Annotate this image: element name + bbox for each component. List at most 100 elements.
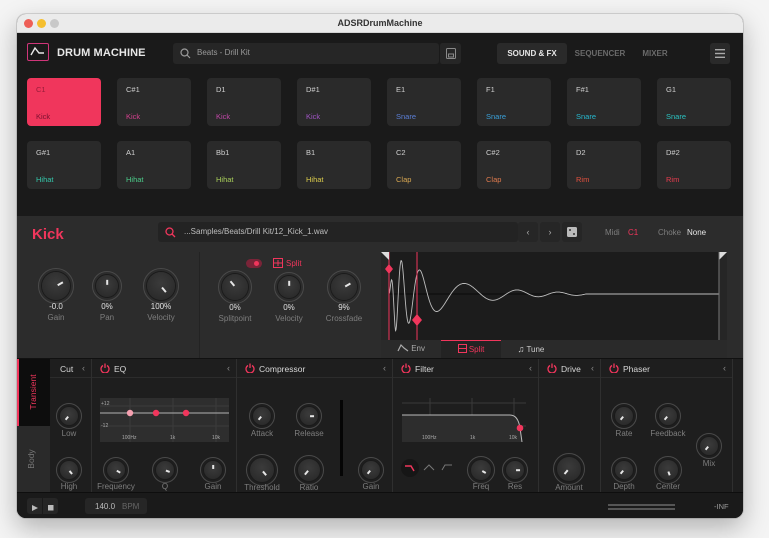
eq-graph[interactable]: +12 -12 100Hz 1k 10k <box>100 398 229 442</box>
bandpass-icon[interactable] <box>423 462 435 472</box>
collapse-icon[interactable]: ‹ <box>529 363 532 373</box>
tab-split[interactable]: Split <box>441 340 501 358</box>
waveform-path <box>388 260 719 333</box>
knob-dial[interactable] <box>156 461 174 479</box>
knob-dial[interactable] <box>60 461 78 479</box>
drum-pad[interactable]: G#1 Hihat <box>27 141 101 189</box>
power-icon[interactable] <box>401 363 411 373</box>
power-icon[interactable] <box>609 363 619 373</box>
tempo-field[interactable]: 140.0 BPM <box>85 498 147 514</box>
pad-note: Bb1 <box>216 148 230 157</box>
pad-note: C#2 <box>486 148 500 157</box>
drum-pad[interactable]: A1 Hihat <box>117 141 191 189</box>
menu-button[interactable] <box>710 43 730 64</box>
eq-band-high[interactable] <box>182 409 190 417</box>
waveform-tabs: Env Split ♫ Tune <box>381 340 727 358</box>
knob-dial[interactable] <box>60 407 78 425</box>
knob-value: 0% <box>101 302 113 311</box>
lowpass-icon <box>405 465 415 472</box>
drum-pad[interactable]: F#1 Snare <box>567 78 641 126</box>
next-sample-button[interactable]: › <box>540 222 560 242</box>
collapse-icon[interactable]: ‹ <box>723 363 726 373</box>
eq-band-mid[interactable] <box>152 409 160 417</box>
adsr-envelope-icon <box>27 43 49 61</box>
knob-dial[interactable] <box>147 272 175 300</box>
knob-dial[interactable] <box>615 407 633 425</box>
knob-dial[interactable] <box>362 461 380 479</box>
app-window: ADSRDrumMachine DRUM MACHINE Beats - Dri… <box>17 14 743 518</box>
drum-pad[interactable]: C1 Kick <box>27 78 101 126</box>
waveform <box>381 252 727 342</box>
drum-pad[interactable]: Bb1 Hihat <box>207 141 281 189</box>
drum-pad[interactable]: E1 Snare <box>387 78 461 126</box>
filter-type-lowpass[interactable] <box>401 459 419 477</box>
save-preset-button[interactable] <box>439 43 461 64</box>
stop-button[interactable] <box>43 498 58 514</box>
collapse-icon[interactable]: ‹ <box>591 363 594 373</box>
drum-pad[interactable]: C#1 Kick <box>117 78 191 126</box>
drum-pad[interactable]: C2 Clap <box>387 141 461 189</box>
drum-pad[interactable]: D1 Kick <box>207 78 281 126</box>
knob-dial[interactable] <box>42 272 70 300</box>
bpm-unit: BPM <box>122 502 140 511</box>
drum-pad[interactable]: D#2 Rim <box>657 141 731 189</box>
drum-pad[interactable]: D#1 Kick <box>297 78 371 126</box>
layer-tab-transient[interactable]: Transient <box>17 359 50 426</box>
knob-dial[interactable] <box>204 461 222 479</box>
midi-note-select[interactable]: C1 <box>628 228 638 237</box>
pad-sample-name: Snare <box>486 112 507 121</box>
waveform-display[interactable] <box>381 252 727 342</box>
sample-path-field[interactable]: ...Samples/Beats/Drill Kit/12_Kick_1.wav <box>158 222 518 242</box>
drum-pad[interactable]: F1 Snare <box>477 78 551 126</box>
knob-dial[interactable] <box>471 460 491 480</box>
tab-sequencer[interactable]: SEQUENCER <box>569 43 631 64</box>
pad-sample-name: Snare <box>396 112 417 121</box>
knob-dial[interactable] <box>615 461 633 479</box>
filter-graph[interactable]: 100Hz 1k 10k <box>402 398 526 443</box>
power-icon[interactable] <box>100 363 110 373</box>
collapse-icon[interactable]: ‹ <box>82 363 85 373</box>
knob-dial[interactable] <box>96 275 118 297</box>
knob-label: Gain <box>362 482 380 491</box>
knob-pointer <box>262 470 267 476</box>
split-toggle[interactable] <box>246 259 262 268</box>
tab-env[interactable]: Env <box>381 340 441 358</box>
filter-cutoff-handle[interactable] <box>516 424 524 432</box>
pad-note: D#2 <box>666 148 680 157</box>
power-icon[interactable] <box>245 363 255 373</box>
drum-pad[interactable]: D2 Rim <box>567 141 641 189</box>
knob-dial[interactable] <box>557 457 581 481</box>
highpass-icon[interactable] <box>441 462 453 472</box>
drum-pad[interactable]: B1 Hihat <box>297 141 371 189</box>
knob-dial[interactable] <box>331 274 357 300</box>
play-button[interactable] <box>27 498 42 514</box>
drum-pad[interactable]: G1 Snare <box>657 78 731 126</box>
preset-search[interactable]: Beats - Drill Kit <box>173 43 439 64</box>
knob-dial[interactable] <box>700 437 718 455</box>
knob-dial[interactable] <box>659 407 677 425</box>
tab-sound-fx[interactable]: SOUND & FX <box>497 43 567 64</box>
pad-sample-name: Kick <box>306 112 321 121</box>
knob-dial[interactable] <box>250 458 274 482</box>
choke-select[interactable]: None <box>687 228 706 237</box>
knob-dial[interactable] <box>298 459 320 481</box>
sample-path: ...Samples/Beats/Drill Kit/12_Kick_1.wav <box>184 227 329 236</box>
knob-dial[interactable] <box>300 407 318 425</box>
power-icon[interactable] <box>547 363 557 373</box>
knob-dial[interactable] <box>506 461 524 479</box>
eq-band-low[interactable] <box>126 409 134 417</box>
previous-sample-button[interactable]: ‹ <box>518 222 538 242</box>
tab-tune[interactable]: ♫ Tune <box>501 340 561 358</box>
random-sample-button[interactable] <box>562 222 582 242</box>
drum-pad[interactable]: C#2 Clap <box>477 141 551 189</box>
eq-curve <box>100 398 229 442</box>
knob-dial[interactable] <box>278 276 300 298</box>
knob-pointer <box>288 280 290 286</box>
knob-dial[interactable] <box>222 274 248 300</box>
collapse-icon[interactable]: ‹ <box>383 363 386 373</box>
knob-dial[interactable] <box>107 461 125 479</box>
knob-dial[interactable] <box>253 407 271 425</box>
tab-split-label: Split <box>468 345 485 354</box>
tab-mixer[interactable]: MIXER <box>635 43 675 64</box>
collapse-icon[interactable]: ‹ <box>227 363 230 373</box>
